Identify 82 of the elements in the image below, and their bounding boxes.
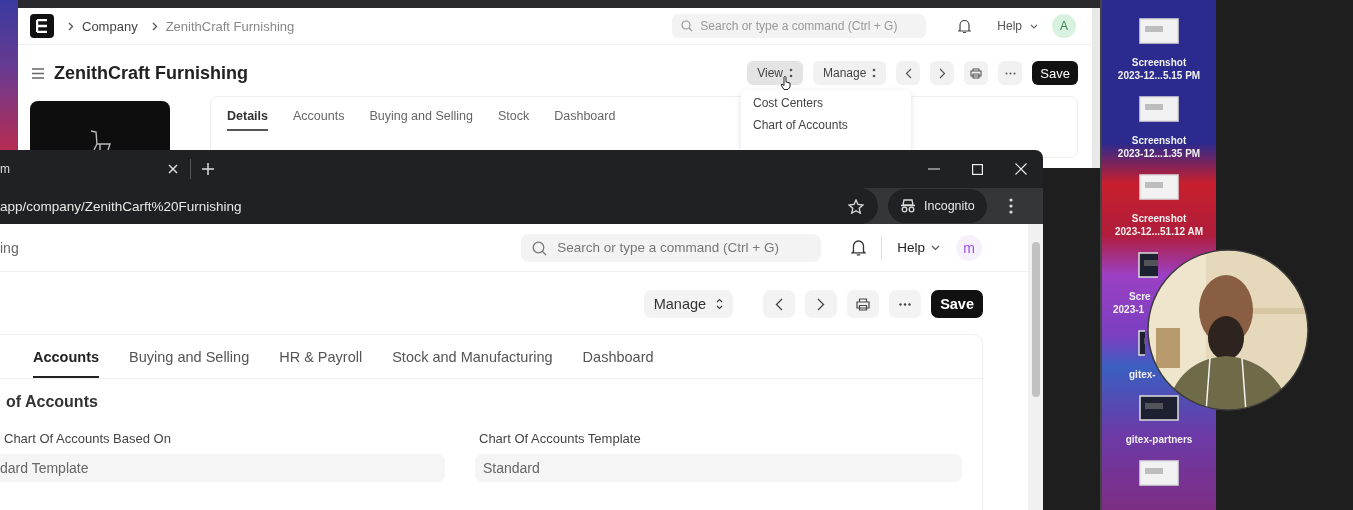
app-logo-icon[interactable] [30,14,54,38]
chevron-right-icon [817,297,826,311]
file-thumbnail-icon[interactable] [1139,395,1179,421]
browser-tab[interactable]: m [0,150,178,188]
chevron-left-icon [775,297,784,311]
close-icon[interactable] [1015,163,1027,175]
file-name: Screenshot [1131,56,1187,69]
manage-button[interactable]: Manage [643,290,734,318]
field-label: Chart Of Accounts Based On [3,431,172,446]
file-name: Scre [1129,290,1151,303]
field-label: Chart Of Accounts Template [478,431,642,446]
file-thumbnail-icon[interactable] [1138,252,1158,278]
help-menu[interactable]: Help [897,240,925,255]
incognito-icon [900,199,916,213]
more-options-icon[interactable] [1008,198,1013,214]
close-icon[interactable] [168,164,178,174]
help-menu[interactable]: Help [997,19,1022,33]
file-thumbnail-icon[interactable] [1139,96,1179,122]
manage-button[interactable]: Manage [813,61,887,85]
file-name: 2023-12...5.15 PM [1117,69,1201,82]
breadcrumb-link[interactable]: Company [82,18,138,34]
file-thumbnail-icon[interactable] [1139,174,1179,200]
breadcrumb-link[interactable]: ing [0,239,19,256]
menu-icon[interactable] [32,67,44,79]
bookmark-star-icon[interactable] [848,198,864,214]
chevron-left-icon [904,67,912,79]
tab[interactable]: Dashboard [582,349,654,378]
menu-item[interactable]: Chart of Accounts [753,118,899,132]
search-field[interactable]: Search or type a command (Ctrl + G) [672,14,927,38]
section-title: of Accounts [5,392,99,411]
file-name: 2023-12...51.12 AM [1115,225,1203,238]
user-avatar[interactable]: A [1052,14,1076,38]
file-name: Screenshot [1131,134,1187,147]
tab[interactable]: Accounts [293,109,345,131]
input-field[interactable]: dard Template [0,454,445,482]
scrollbar[interactable] [1092,8,1100,168]
tab[interactable]: Accounts [33,349,100,378]
file-name: Screenshot [1131,212,1187,225]
maximize-icon[interactable] [972,163,983,175]
chevron-down-icon [1030,23,1038,29]
file-name: 2023-12...1.35 PM [1117,147,1201,160]
print-icon [970,67,983,79]
view-button[interactable]: View [747,61,803,85]
search-icon [532,240,548,256]
more-icon [899,302,912,306]
notification-bell-icon[interactable] [958,18,972,34]
new-tab-icon[interactable] [202,163,214,175]
file-thumbnail-icon[interactable] [1139,18,1179,44]
notification-bell-icon[interactable] [851,239,867,256]
search-icon [681,20,694,32]
save-button[interactable]: Save [931,290,983,318]
menu-item[interactable]: Cost Centers [753,96,899,110]
breadcrumb-link[interactable]: ZenithCraft Furnishing [165,18,295,34]
file-name: 2023-1 [1113,303,1145,316]
print-button[interactable] [964,61,989,85]
chevron-down-icon [931,244,940,251]
chevron-icon [68,21,74,31]
tab[interactable]: Buying and Selling [369,109,473,131]
tab[interactable]: Buying and Selling [129,349,250,378]
chevron-icon [151,21,158,31]
print-icon [856,297,871,311]
print-button[interactable] [847,290,880,318]
file-name: gitex-partners [1125,433,1193,446]
file-thumbnail-icon[interactable] [1138,330,1145,356]
tab[interactable]: Details [227,109,268,131]
save-button[interactable]: Save [1032,61,1078,85]
scrollbar[interactable] [1028,224,1043,510]
file-thumbnail-icon[interactable] [1139,460,1179,486]
more-icon [1004,71,1016,75]
input-field[interactable]: Standard [475,454,962,482]
chair-icon [88,129,114,151]
address-bar[interactable]: app/company/ZenithCarft%20Furnishing [0,188,878,224]
search-field[interactable]: Search or type a command (Ctrl + G) [521,233,822,262]
tab[interactable]: Stock [497,109,530,131]
user-avatar[interactable]: m [956,234,982,261]
file-name: gitex- [1129,368,1156,381]
tab[interactable]: Stock and Manufacturing [392,349,553,378]
tab[interactable]: HR & Payroll [279,349,363,378]
chevron-right-icon [938,67,946,79]
tab[interactable]: Dashboard [554,109,616,131]
page-title: ZenithCraft Furnishing [54,62,248,84]
incognito-badge[interactable]: Incognito [888,189,987,223]
